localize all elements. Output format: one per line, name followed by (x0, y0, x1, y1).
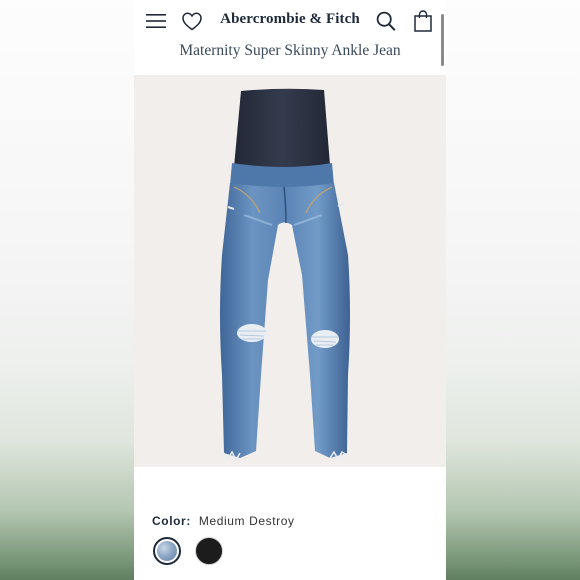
background-left (0, 0, 134, 580)
swatch-black[interactable] (195, 537, 223, 565)
swatch-medium-destroy[interactable] (153, 537, 181, 565)
color-value: Medium Destroy (198, 514, 295, 528)
background-right (446, 0, 580, 580)
jeans-illustration (220, 88, 350, 462)
swatch-medium-destroy-fill (157, 541, 177, 561)
product-title: Maternity Super Skinny Ankle Jean (179, 42, 401, 59)
site-header: Abercrombie & Fitch Maternity Super Skin… (134, 0, 446, 75)
brand-logo[interactable]: Abercrombie & Fitch (134, 11, 446, 28)
search-icon[interactable] (376, 11, 396, 32)
color-label: Color: (152, 514, 191, 528)
product-image[interactable] (134, 75, 446, 467)
scrollbar[interactable] (441, 14, 444, 66)
shopping-bag-icon[interactable] (414, 10, 432, 32)
color-selection: Color: Medium Destroy (152, 514, 295, 528)
product-page: Abercrombie & Fitch Maternity Super Skin… (134, 0, 446, 580)
